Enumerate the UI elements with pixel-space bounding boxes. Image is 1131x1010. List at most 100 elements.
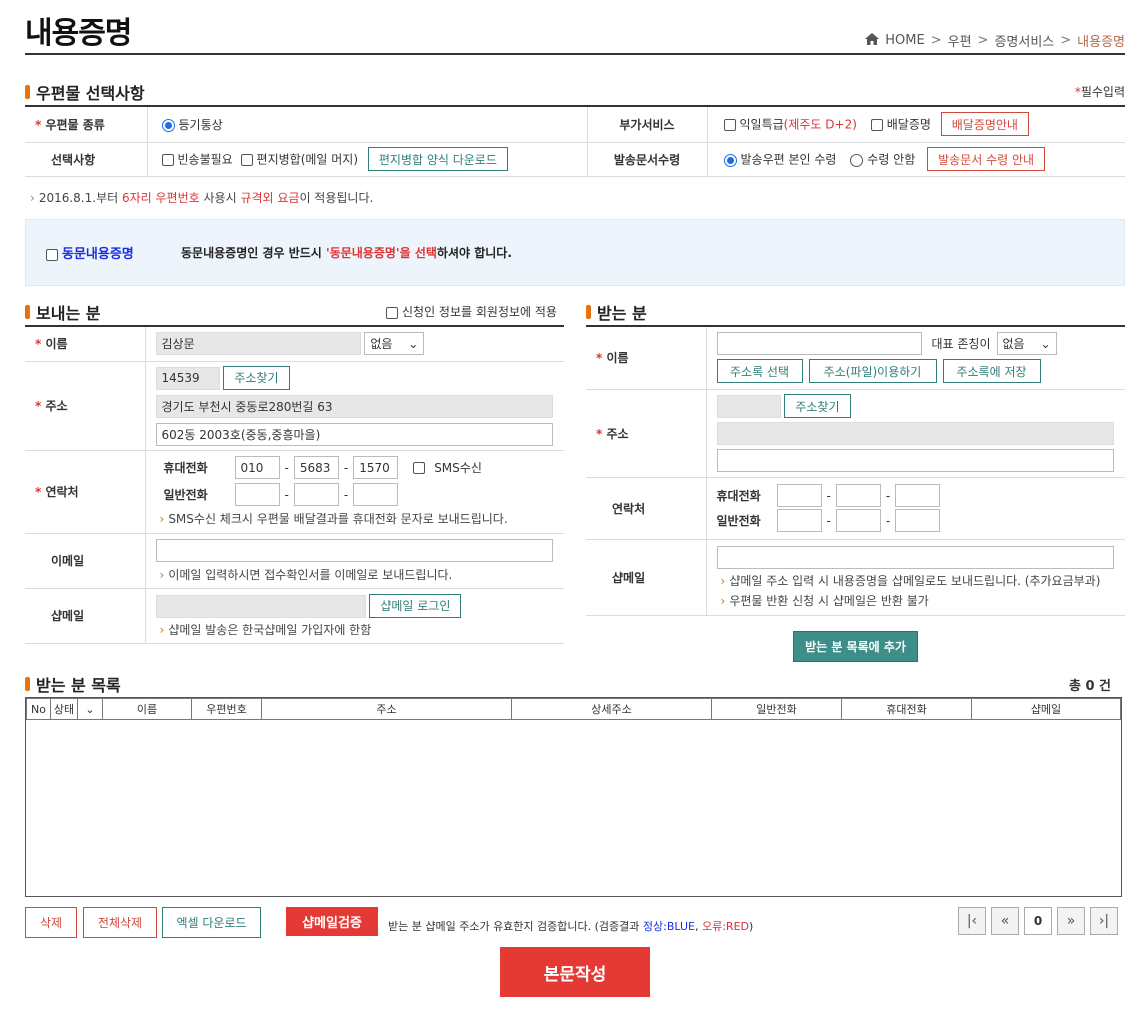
sender-mobile1[interactable] (234, 456, 280, 479)
breadcrumb-home[interactable]: HOME (885, 33, 924, 48)
sender-shopmail-input[interactable] (155, 594, 366, 618)
dash: - (885, 513, 891, 528)
empty-ok-checkbox[interactable] (161, 154, 174, 166)
notice-red1: 6자리 우편번호 (121, 191, 200, 205)
first-page-icon[interactable]: |‹ (958, 907, 986, 935)
receiver-addr-label: 주소 (606, 426, 629, 441)
excel-download-button[interactable]: 엑셀 다운로드 (162, 907, 261, 938)
doc-guide-button[interactable]: 발송문서 수령 안내 (927, 147, 1046, 171)
merge-download-button[interactable]: 편지병합 양식 다운로드 (367, 147, 508, 171)
breadcrumb-sep: > (977, 33, 989, 48)
delete-button[interactable]: 삭제 (25, 907, 77, 938)
merge-label: 편지병합(메일 머지) (256, 152, 359, 167)
sender-mobile2[interactable] (293, 456, 339, 479)
doc-none-label: 수령 안함 (867, 152, 916, 167)
honorific-select-value: 없음 (1002, 337, 1025, 352)
receiver-phone2[interactable] (835, 509, 881, 532)
mail-type-radio[interactable] (161, 118, 175, 132)
express-checkbox[interactable] (723, 119, 736, 132)
notice-arrow: › (30, 191, 35, 205)
required-mark: * (35, 485, 42, 499)
next-page-icon[interactable]: » (1057, 907, 1085, 935)
col-select[interactable]: ⌄ (77, 698, 103, 720)
apply-member-checkbox[interactable] (386, 306, 398, 319)
sender-email-input[interactable] (155, 538, 553, 562)
sender-phone-label: 일반전화 (163, 488, 208, 502)
write-body-button[interactable]: 본문작성 (500, 947, 650, 997)
dash: - (343, 487, 349, 502)
honorific-label: 대표 존칭이 (931, 337, 991, 352)
same-content-option[interactable]: 동문내용증명 (46, 243, 134, 262)
apply-member-option[interactable]: 신청인 정보를 회원정보에 적용 (386, 303, 557, 320)
delivery-proof-checkbox[interactable] (870, 119, 883, 132)
receiver-phone3[interactable] (895, 509, 941, 532)
extra-service-label: 부가서비스 (587, 105, 708, 143)
doc-self-radio[interactable] (723, 153, 737, 167)
apply-member-label: 신청인 정보를 회원정보에 적용 (402, 305, 557, 319)
same-notice-pre: 동문내용증명인 경우 반드시 (181, 246, 327, 260)
list-total: 총 0 건 (1068, 679, 1111, 694)
sender-title-select[interactable]: 없음 ⌄ (364, 332, 425, 356)
sender-name-input[interactable] (155, 332, 361, 356)
receiver-shopmail-input[interactable] (716, 545, 1114, 569)
receiver-zip-input[interactable] (716, 395, 781, 418)
sender-phone3[interactable] (353, 483, 399, 506)
mail-type-label: 우편물 종류 (45, 117, 105, 132)
col-name: 이름 (102, 698, 192, 720)
delete-all-button[interactable]: 전체삭제 (83, 907, 157, 938)
receiver-mobile2[interactable] (835, 484, 881, 507)
addrbook-select-button[interactable]: 주소록 선택 (716, 359, 803, 384)
receiver-mobile1[interactable] (776, 484, 822, 507)
select-label: 선택사항 (25, 141, 148, 177)
add-receiver-button[interactable]: 받는 분 목록에 추가 (793, 631, 918, 662)
addr-file-button[interactable]: 주소(파일)이용하기 (808, 359, 937, 384)
same-content-checkbox[interactable] (46, 248, 58, 261)
receiver-addr1-input[interactable] (716, 422, 1114, 445)
delivery-guide-button[interactable]: 배달증명안내 (940, 112, 1029, 137)
sender-phone2[interactable] (293, 483, 339, 506)
shopmail-verify-button[interactable]: 샵메일검증 (286, 907, 378, 936)
prev-page-icon[interactable]: « (991, 907, 1019, 935)
sms-checkbox[interactable] (413, 461, 426, 474)
receiver-name-input[interactable] (716, 332, 922, 356)
honorific-select[interactable]: 없음 ⌄ (996, 332, 1057, 356)
breadcrumb-current: 내용증명 (1077, 35, 1125, 50)
hint-arrow: › (159, 512, 165, 526)
receiver-shopmail-label: 샵메일 (586, 538, 707, 616)
dash: - (343, 460, 349, 475)
receiver-find-addr-button[interactable]: 주소찾기 (784, 394, 851, 418)
breadcrumb-post[interactable]: 우편 (948, 31, 972, 50)
sender-contact-label: 연락처 (45, 485, 79, 499)
dash: - (284, 460, 289, 475)
sender-phone1[interactable] (234, 483, 280, 506)
receiver-addr2-input[interactable] (716, 449, 1114, 472)
sender-zip-input[interactable] (155, 366, 220, 390)
home-icon[interactable] (865, 32, 880, 49)
sender-find-addr-button[interactable]: 주소찾기 (223, 365, 290, 390)
required-note: *필수입력 (1075, 83, 1125, 100)
receiver-mobile3[interactable] (895, 484, 941, 507)
notice-post: 이 적용됩니다. (299, 191, 374, 205)
shopmail-login-button[interactable]: 샵메일 로그인 (369, 593, 462, 618)
dash: - (284, 487, 289, 502)
chevron-down-icon: ⌄ (85, 702, 95, 716)
breadcrumb-cert[interactable]: 증명서비스 (994, 31, 1054, 50)
sender-addr2-input[interactable] (155, 422, 553, 446)
empty-ok-label: 빈송불필요 (177, 152, 233, 167)
sender-addr1-input[interactable] (155, 394, 553, 418)
same-content-label: 동문내용증명 (62, 247, 134, 262)
breadcrumb-sep: > (1060, 33, 1072, 48)
doc-none-radio[interactable] (850, 153, 864, 167)
col-zip: 우편번호 (191, 698, 262, 720)
notice-red2: 규격외 요금 (240, 191, 300, 205)
dash: - (826, 513, 831, 528)
express-label: 익일특급 (739, 117, 784, 132)
addrbook-save-button[interactable]: 주소록에 저장 (942, 359, 1041, 384)
sender-shopmail-label: 샵메일 (25, 587, 146, 644)
merge-checkbox[interactable] (240, 154, 253, 166)
receiver-phone1[interactable] (776, 509, 822, 532)
last-page-icon[interactable]: ›| (1090, 907, 1118, 935)
receiver-contact-label: 연락처 (586, 476, 707, 540)
receiver-list-grid: No 상태 ⌄ 이름 우편번호 주소 상세주소 일반전화 휴대전화 샵메일 (25, 697, 1122, 897)
sender-mobile3[interactable] (353, 456, 399, 479)
